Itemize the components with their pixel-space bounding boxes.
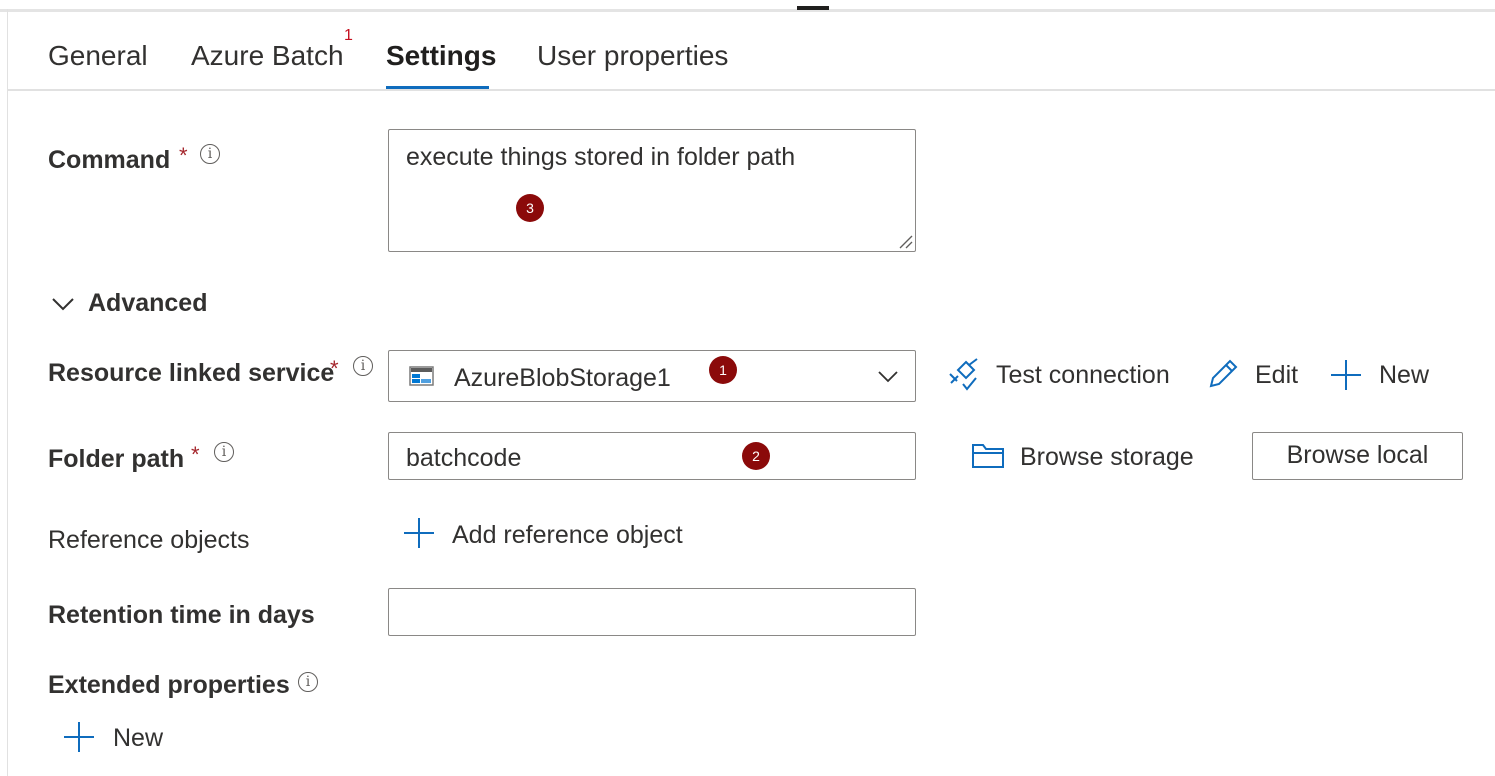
- new-linked-service-button[interactable]: New: [1379, 361, 1429, 390]
- command-textarea[interactable]: execute things stored in folder path: [388, 129, 916, 252]
- tab-azure-batch[interactable]: Azure Batch: [191, 40, 344, 72]
- annotation-badge-1: 1: [709, 356, 737, 384]
- chevron-down-icon[interactable]: [50, 292, 76, 316]
- folder-path-value: batchcode: [406, 444, 522, 472]
- edit-button[interactable]: Edit: [1255, 361, 1298, 390]
- linked-service-label: Resource linked service: [48, 359, 335, 387]
- folder-path-label: Folder path: [48, 445, 185, 473]
- azure-blob-storage-icon: [409, 366, 434, 386]
- linked-service-dropdown[interactable]: AzureBlobStorage1: [388, 350, 916, 402]
- left-border: [7, 9, 8, 776]
- resize-grip-icon[interactable]: [897, 233, 913, 249]
- tab-settings[interactable]: Settings: [386, 40, 496, 72]
- extended-properties-info-icon[interactable]: i: [298, 672, 318, 692]
- folder-path-input[interactable]: batchcode: [388, 432, 916, 480]
- dropdown-chevron-icon: [878, 371, 898, 383]
- reference-objects-label: Reference objects: [48, 526, 250, 554]
- panel-resize-handle[interactable]: [797, 6, 829, 10]
- plug-connection-icon: [946, 356, 984, 392]
- tab-general[interactable]: General: [48, 40, 148, 72]
- folder-path-info-icon[interactable]: i: [214, 442, 234, 462]
- command-label: Command: [48, 146, 171, 174]
- browse-local-button[interactable]: Browse local: [1252, 432, 1463, 480]
- retention-label: Retention time in days: [48, 601, 315, 629]
- pencil-icon: [1206, 357, 1240, 391]
- folder-icon: [971, 441, 1005, 469]
- tab-user-properties[interactable]: User properties: [537, 40, 728, 72]
- command-info-icon[interactable]: i: [200, 144, 220, 164]
- tab-azure-batch-error-badge: 1: [344, 27, 353, 44]
- linked-service-value: AzureBlobStorage1: [454, 364, 671, 392]
- retention-input[interactable]: [388, 588, 916, 636]
- plus-icon: [1330, 359, 1362, 391]
- extended-properties-label: Extended properties: [48, 671, 290, 699]
- linked-service-info-icon[interactable]: i: [353, 356, 373, 376]
- annotation-badge-3: 3: [516, 194, 544, 222]
- plus-icon: [403, 517, 435, 549]
- new-extended-property-button[interactable]: New: [113, 724, 163, 753]
- tab-divider: [8, 89, 1495, 91]
- test-connection-button[interactable]: Test connection: [996, 361, 1170, 390]
- folder-path-required-marker: *: [191, 442, 200, 467]
- add-reference-object-button[interactable]: Add reference object: [452, 521, 683, 550]
- linked-service-required-marker: *: [330, 356, 339, 381]
- advanced-toggle[interactable]: Advanced: [88, 289, 207, 318]
- annotation-badge-2: 2: [742, 442, 770, 470]
- browse-storage-button[interactable]: Browse storage: [1020, 443, 1194, 472]
- command-required-marker: *: [179, 143, 188, 168]
- plus-icon: [63, 721, 95, 753]
- top-border: [0, 0, 1495, 12]
- command-value: execute things stored in folder path: [406, 143, 796, 171]
